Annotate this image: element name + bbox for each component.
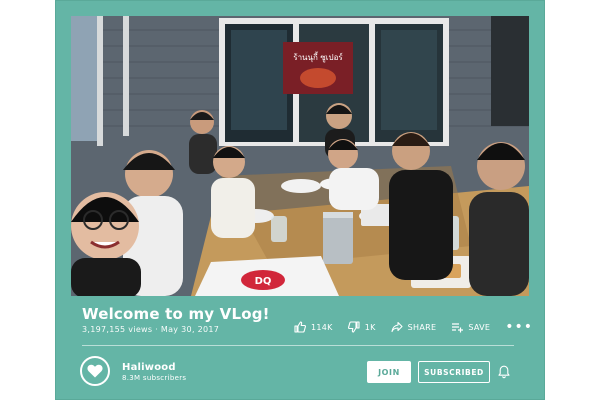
like-count: 114K [311,322,333,332]
more-icon: ••• [505,319,534,335]
playlist-add-icon [452,323,464,333]
thumbs-down-icon [347,321,360,333]
action-bar: 114K 1K SHARE SAVE ••• [294,319,534,335]
join-button[interactable]: JOIN [367,361,411,383]
subscribed-button[interactable]: SUBSCRIBED [418,361,490,383]
more-options-button[interactable]: ••• [505,319,534,335]
channel-name[interactable]: Haliwood [122,362,176,373]
upload-date: May 30, 2017 [160,325,220,334]
cup-logo-text: DQ [255,276,272,287]
divider [82,345,514,346]
video-player[interactable]: ร้านนุกี้ ซูเปอร์ DQ [71,16,529,296]
like-button[interactable]: 114K [294,321,333,333]
restaurant-sign-text: ร้านนุกี้ ซูเปอร์ [293,51,343,63]
save-button[interactable]: SAVE [451,321,490,333]
video-title: Welcome to my VLog! [82,305,270,323]
bell-icon[interactable] [497,365,511,379]
video-thumbnail: ร้านนุกี้ ซูเปอร์ DQ [71,16,529,296]
video-meta: 3,197,155 views · May 30, 2017 [82,325,219,334]
subscriber-count: 8.3M subscribers [122,374,187,382]
video-card: ร้านนุกี้ ซูเปอร์ DQ Welcome to my VLog!… [55,0,545,400]
thumbs-up-icon [294,321,306,333]
meta-separator: · [152,325,161,334]
share-label: SHARE [407,322,437,332]
share-button[interactable]: SHARE [391,321,437,333]
share-icon [391,321,403,333]
heart-icon [87,364,103,378]
dislike-button[interactable]: 1K [347,321,376,333]
dislike-count: 1K [364,322,376,332]
channel-avatar[interactable] [80,356,110,386]
view-count: 3,197,155 views [82,325,153,334]
save-label: SAVE [468,322,491,332]
